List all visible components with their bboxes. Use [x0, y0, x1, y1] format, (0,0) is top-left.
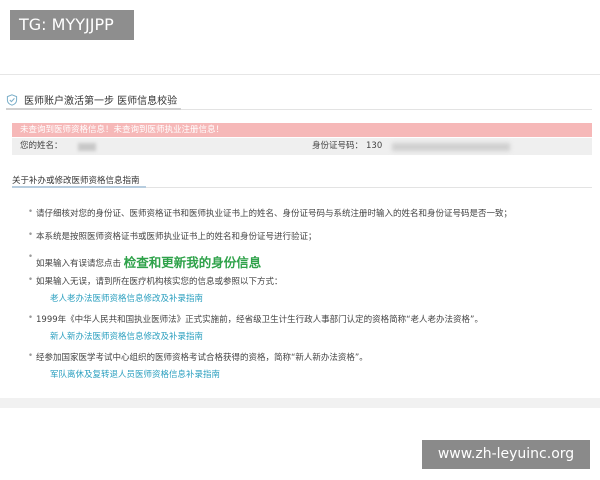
guide-item: 如果输入无误，请到所在医疗机构核实您的信息或参照以下方式：: [28, 275, 282, 287]
name-value-redacted: [78, 143, 96, 151]
id-value-prefix: 130: [366, 141, 383, 151]
name-label: 您的姓名：: [20, 141, 63, 151]
watermark: www.zh-leyuinc.org: [422, 440, 590, 469]
page-title: 医师账户激活第一步 医师信息校验: [24, 96, 178, 107]
id-label: 身份证号码：: [312, 141, 364, 151]
shield-check-icon: [6, 93, 18, 106]
guide-item: 本系统是按照医师资格证书或医师执业证书上的姓名和身份证号进行验证；: [28, 230, 317, 242]
update-identity-link[interactable]: 检查和更新我的身份信息: [124, 255, 262, 270]
panel-footer-bar: [0, 398, 600, 408]
guide-tab-underline: [12, 186, 146, 188]
tg-badge: TG: MYYJJPP: [10, 10, 134, 40]
guide-tab-title[interactable]: 关于补办或修改医师资格信息指南: [12, 174, 140, 186]
guide-item: 1999年《中华人民共和国执业医师法》正式实施前，经省级卫生计生行政人事部门认定…: [28, 313, 483, 325]
guide-item: 经参加国家医学考试中心组织的医师资格考试合格获得的资格，简称“新人新办法资格”。: [28, 351, 368, 363]
error-alert: 未查询到医师资格信息！未查询到医师执业注册信息！: [12, 123, 592, 137]
guide-item: 请仔细核对您的身份证、医师资格证书和医师执业证书上的姓名、身份证号码与系统注册时…: [28, 207, 512, 219]
guide-item-text: 如果输入有误请您点击: [36, 259, 122, 269]
id-value-redacted: [392, 143, 510, 151]
guide-item: 如果输入有误请您点击 检查和更新我的身份信息: [28, 252, 262, 271]
guide-link-old-method[interactable]: 老人老办法医师资格信息修改及补录指南: [50, 292, 203, 304]
guide-link-new-method[interactable]: 新人新办法医师资格信息修改及补录指南: [50, 330, 203, 342]
user-info-row: 您的姓名： 身份证号码： 130: [12, 138, 592, 155]
header-divider-accent: [6, 108, 181, 110]
section-header: 医师账户激活第一步 医师信息校验: [6, 92, 177, 107]
guide-link-military[interactable]: 军队离休及复转退人员医师资格信息补录指南: [50, 368, 220, 380]
